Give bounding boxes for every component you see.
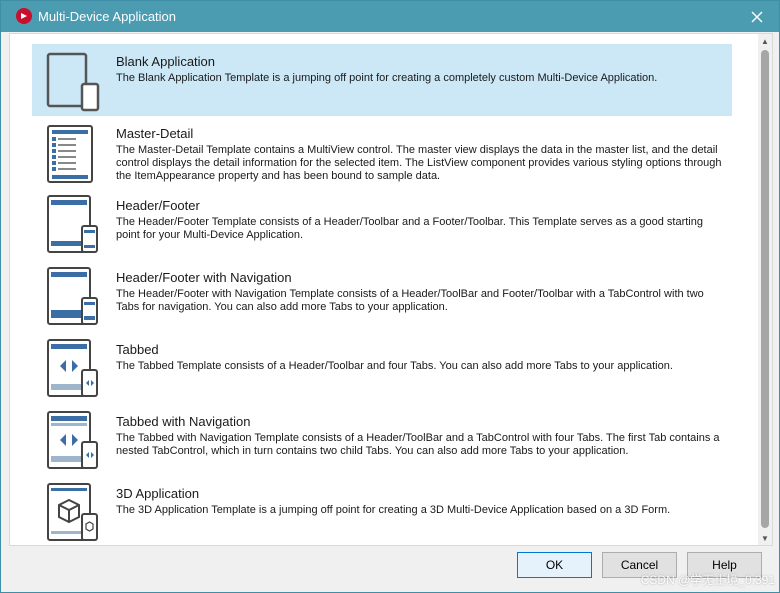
item-title: Blank Application [116,54,216,69]
item-description: The Blank Application Template is a jump… [116,72,658,84]
item-title: Tabbed with Navigation [116,414,251,429]
header-footer-icon [47,195,98,253]
list-item-header-footer-navigation[interactable]: Header/Footer with Navigation The Header… [32,260,732,332]
tabbed-icon [47,339,98,397]
scroll-thumb[interactable] [761,50,769,528]
item-title: Tabbed [116,342,159,357]
scroll-up-icon[interactable]: ▲ [758,34,772,48]
item-title: Master-Detail [116,126,194,141]
scroll-down-icon[interactable]: ▼ [758,531,772,545]
item-description: The 3D Application Template is a jumping… [116,504,671,516]
item-description: The Tabbed Template consists of a Header… [116,360,673,372]
app-logo-icon [16,8,32,24]
list-item-tabbed[interactable]: Tabbed The Tabbed Template consists of a… [32,332,732,404]
vertical-scrollbar[interactable]: ▲ ▼ [758,34,772,545]
list-item-header-footer[interactable]: Header/Footer The Header/Footer Template… [32,188,732,260]
3d-app-icon [47,483,98,541]
header-footer-nav-icon [47,267,98,325]
watermark: CSDN @学无止境_0.391 [640,573,775,587]
list-item-blank-application[interactable]: Blank Application The Blank Application … [32,44,732,116]
item-description: The Tabbed with Navigation Template cons… [116,432,720,457]
ok-button[interactable]: OK [517,552,592,578]
blank-app-icon [46,52,100,112]
list-item-tabbed-navigation[interactable]: Tabbed with Navigation The Tabbed with N… [32,404,732,476]
item-description: The Header/Footer with Navigation Templa… [116,288,704,313]
list-item-master-detail[interactable]: Master-Detail The Master-Detail Template… [32,116,732,188]
close-icon [751,11,763,23]
tabbed-nav-icon [47,411,98,469]
item-title: 3D Application [116,486,200,501]
item-description: The Master-Detail Template contains a Mu… [116,144,722,182]
item-title: Header/Footer [116,198,200,213]
list-item-3d-application[interactable]: 3D Application The 3D Application Templa… [32,476,732,545]
template-list: Blank Application The Blank Application … [9,33,773,546]
master-detail-icon [47,125,93,183]
title-bar: Multi-Device Application [1,1,779,32]
close-button[interactable] [747,7,767,27]
item-description: The Header/Footer Template consists of a… [116,216,703,241]
item-title: Header/Footer with Navigation [116,270,292,285]
window-title: Multi-Device Application [38,9,177,24]
dialog-window: Multi-Device Application Blank Applicati… [0,0,780,593]
